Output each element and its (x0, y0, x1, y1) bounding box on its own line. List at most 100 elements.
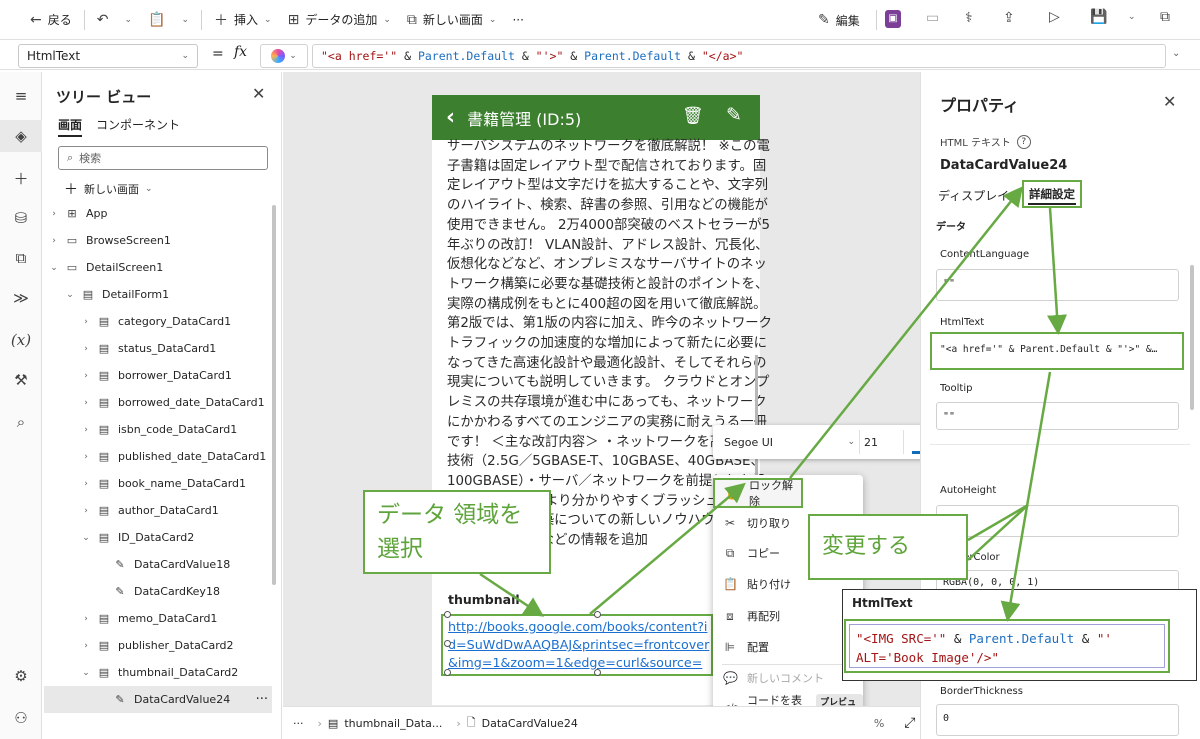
font-family-select[interactable]: Segoe UI ⌄ (720, 430, 860, 454)
tree-item[interactable]: › ▤ publisher_DataCard2 (44, 632, 272, 659)
tree-item[interactable]: ✎ DataCardValue24 ··· (44, 686, 272, 713)
tree-item[interactable]: › ▤ book_name_DataCard1 (44, 470, 272, 497)
stethoscope-icon[interactable]: ⚕ (965, 10, 973, 26)
tree-item[interactable]: › ▤ memo_DataCard1 (44, 605, 272, 632)
breadcrumb-item[interactable]: › ▤ thumbnail_Data... (318, 717, 443, 730)
undo-button[interactable]: ↶ (89, 5, 117, 35)
expand-formula-icon[interactable]: ⌄ (1172, 48, 1180, 59)
trash-icon[interactable]: 🗑 (682, 106, 704, 126)
expand-caret-icon[interactable]: › (48, 209, 60, 219)
breadcrumb-item[interactable]: › 🗋 DataCardValue24 (456, 714, 577, 733)
expand-caret-icon[interactable]: ⌄ (80, 668, 92, 678)
close-icon[interactable]: ✕ (1163, 92, 1176, 111)
expand-caret-icon[interactable]: ⌄ (64, 290, 76, 300)
undo-dropdown[interactable]: ⌄ (116, 5, 140, 35)
app-checker-icon[interactable]: ▣ (885, 10, 901, 28)
close-icon[interactable]: ✕ (252, 84, 265, 103)
more-button[interactable]: ··· (504, 5, 531, 35)
borderthickness-input[interactable]: 0 (936, 704, 1179, 736)
expand-caret-icon[interactable]: › (80, 452, 92, 462)
tree-scrollbar[interactable] (272, 205, 276, 585)
tree-item[interactable]: › ▤ author_DataCard1 (44, 497, 272, 524)
search-icon[interactable]: ⌕ (0, 406, 42, 438)
tree-item[interactable]: ✎ DataCardKey18 (44, 578, 272, 605)
resize-handle[interactable] (444, 640, 451, 647)
thumbnail-selection-box[interactable] (441, 614, 713, 676)
account-icon[interactable]: ⚇ (0, 702, 42, 734)
htmltext-popup-value[interactable]: "<IMG SRC='" & Parent.Default & "' ALT='… (844, 619, 1170, 673)
autoheight-input[interactable] (936, 505, 1179, 537)
back-button[interactable]: ← 戻る (22, 5, 80, 35)
tree-item[interactable]: › ▤ status_DataCard1 (44, 335, 272, 362)
tooltip-input[interactable]: "" (936, 402, 1179, 430)
paste-button[interactable]: 📋 (140, 5, 173, 35)
expand-caret-icon[interactable]: ⌄ (48, 263, 60, 273)
tree-item[interactable]: ⌄ ▤ thumbnail_DataCard2 (44, 659, 272, 686)
tab-screens[interactable]: 画面 (58, 116, 83, 137)
tree-item[interactable]: › ▤ borrower_DataCard1 (44, 362, 272, 389)
status-more-button[interactable]: ··· (293, 717, 304, 730)
expand-caret-icon[interactable]: › (80, 344, 92, 354)
tree-item[interactable]: › ▤ published_date_DataCard1 (44, 443, 272, 470)
tree-item[interactable]: ⌄ ▭ DetailScreen1 (44, 254, 272, 281)
resize-handle[interactable] (594, 669, 601, 676)
paste-dropdown[interactable]: ⌄ (173, 5, 197, 35)
properties-scrollbar[interactable] (1190, 265, 1194, 410)
htmltext-input[interactable]: "<a href='" & Parent.Default & "'>" &… (930, 332, 1184, 370)
content-language-input[interactable]: "" (936, 269, 1179, 301)
resize-handle[interactable] (594, 611, 601, 618)
new-screen-link[interactable]: ＋新しい画面 ⌄ (64, 179, 153, 199)
layers-icon[interactable]: ◈ (0, 120, 42, 152)
expand-caret-icon[interactable]: › (80, 506, 92, 516)
tools-icon[interactable]: ⚒ (0, 364, 42, 396)
tree-item[interactable]: › ▭ BrowseScreen1 (44, 227, 272, 254)
expand-caret-icon[interactable]: › (80, 479, 92, 489)
save-icon[interactable]: 💾 (1090, 9, 1107, 25)
expand-caret-icon[interactable]: ⌄ (80, 533, 92, 543)
media-icon[interactable]: ⧉ (0, 242, 42, 274)
resize-handle[interactable] (444, 669, 451, 676)
property-selector[interactable]: HtmlText ⌄ (18, 44, 198, 68)
font-size-input[interactable]: 21 (860, 430, 904, 454)
variables-icon[interactable]: (x) (0, 324, 42, 356)
tab-display[interactable]: ディスプレイ (938, 187, 1009, 204)
formula-input[interactable]: "<a href='" & Parent.Default & "'>" & Pa… (312, 44, 1166, 68)
settings-icon[interactable]: ⚙ (0, 660, 42, 692)
help-icon[interactable]: ? (1016, 134, 1031, 149)
edit-button[interactable]: ✎ 編集 (810, 5, 868, 35)
resize-handle[interactable] (444, 611, 451, 618)
tree-search-input[interactable]: ⌕ 検索 (58, 146, 268, 170)
tree-item[interactable]: ⌄ ▤ DetailForm1 (44, 281, 272, 308)
tab-components[interactable]: コンポーネント (96, 116, 180, 133)
hamburger-icon[interactable]: ≡ (0, 80, 42, 112)
pencil-icon[interactable]: ✎ (726, 104, 742, 126)
share-icon[interactable]: ⇪ (1003, 10, 1015, 26)
comment-icon[interactable]: ▭ (926, 10, 939, 26)
tree-item[interactable]: › ▤ category_DataCard1 (44, 308, 272, 335)
menu-item-unlock[interactable]: 🔒 ロック解除 (713, 478, 803, 508)
back-chevron-icon[interactable]: ‹ (446, 105, 455, 130)
play-icon[interactable]: ▷ (1049, 9, 1060, 25)
chevron-down-icon[interactable]: ⌄ (1128, 12, 1136, 22)
expand-caret-icon[interactable]: › (80, 398, 92, 408)
tree-item[interactable]: › ⊞ App (44, 200, 272, 227)
tree-item[interactable]: ⌄ ▤ ID_DataCard2 (44, 524, 272, 551)
fullscreen-icon[interactable]: ⤢ (904, 715, 915, 731)
copilot-button[interactable]: ⌄ (260, 44, 308, 68)
tree-item[interactable]: ✎ DataCardValue18 (44, 551, 272, 578)
expand-caret-icon[interactable]: › (80, 371, 92, 381)
insert-button[interactable]: ＋挿入 ⌄ (206, 5, 280, 35)
add-data-button[interactable]: ⊞ データの追加 ⌄ (280, 5, 399, 35)
power-automate-icon[interactable]: ≫ (0, 282, 42, 314)
more-icon[interactable]: ··· (256, 692, 268, 707)
tree-item[interactable]: › ▤ isbn_code_DataCard1 (44, 416, 272, 443)
menu-item-align[interactable]: ⊫ 配置 (713, 632, 863, 662)
expand-caret-icon[interactable]: › (80, 425, 92, 435)
new-screen-button[interactable]: ⧉ 新しい画面 ⌄ (399, 5, 505, 35)
menu-item-reorder[interactable]: ⧈ 再配列 (713, 601, 863, 631)
expand-caret-icon[interactable]: › (80, 317, 92, 327)
publish-icon[interactable]: ⧉ (1160, 9, 1170, 25)
plus-icon[interactable]: ＋ (0, 162, 42, 194)
expand-caret-icon[interactable]: › (80, 641, 92, 651)
expand-caret-icon[interactable]: › (80, 614, 92, 624)
